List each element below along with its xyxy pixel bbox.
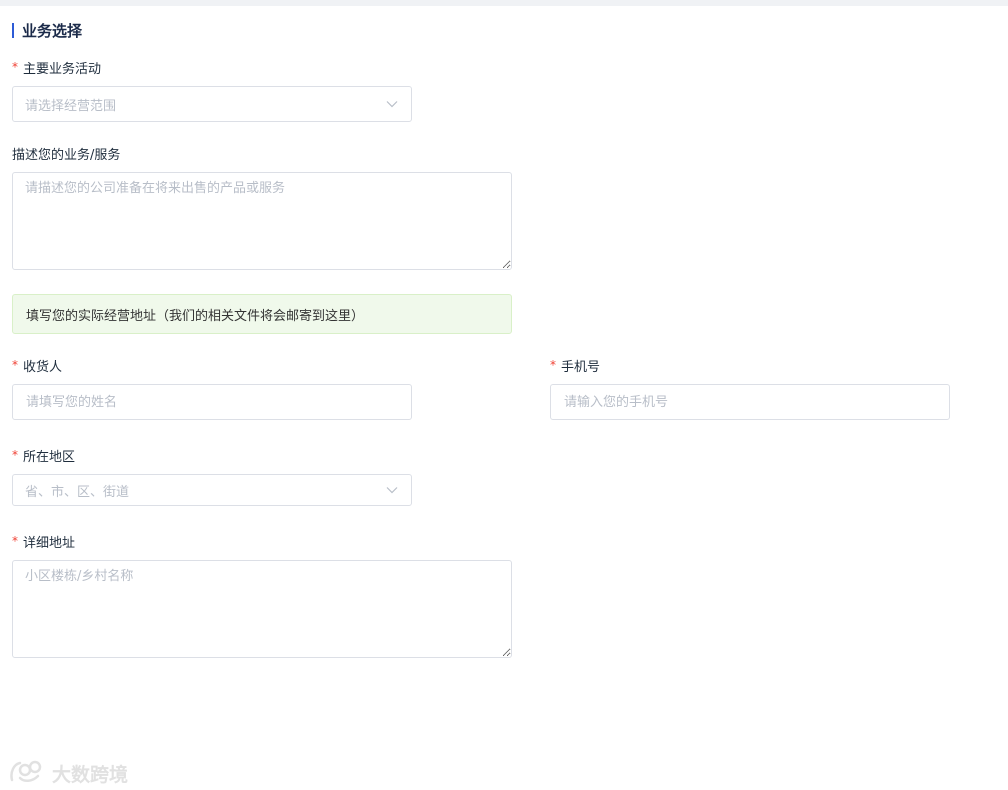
address-label-text: 详细地址 <box>23 535 76 551</box>
region-select[interactable]: 省、市、区、街道 <box>12 474 412 506</box>
section-header: 业务选择 <box>12 21 83 40</box>
description-label-text: 描述您的业务/服务 <box>12 147 121 163</box>
address-detail-textarea[interactable] <box>12 560 512 658</box>
recipient-name-input[interactable] <box>12 384 412 420</box>
watermark-text: 大数跨境 <box>52 763 129 786</box>
chevron-down-icon <box>385 483 399 497</box>
region-label-text: 所在地区 <box>23 449 76 465</box>
address-label: * 详细地址 <box>12 532 76 551</box>
main-activity-label: * 主要业务活动 <box>12 58 102 77</box>
description-label: 描述您的业务/服务 <box>12 144 121 163</box>
business-scope-placeholder: 请选择经营范围 <box>25 98 117 114</box>
required-mark: * <box>12 448 18 462</box>
business-scope-select[interactable]: 请选择经营范围 <box>12 86 412 122</box>
business-description-textarea[interactable] <box>12 172 512 270</box>
required-mark: * <box>550 358 556 372</box>
phone-label: * 手机号 <box>550 356 601 375</box>
chevron-down-icon <box>385 97 399 111</box>
top-strip <box>0 0 1008 6</box>
recipient-label-text: 收货人 <box>23 359 63 375</box>
required-mark: * <box>12 60 18 74</box>
address-notice-text: 填写您的实际经营地址（我们的相关文件将会邮寄到这里） <box>26 308 365 324</box>
section-title: 业务选择 <box>22 21 83 40</box>
phone-input[interactable] <box>550 384 950 420</box>
phone-label-text: 手机号 <box>561 359 601 375</box>
address-notice: 填写您的实际经营地址（我们的相关文件将会邮寄到这里） <box>12 294 512 334</box>
required-mark: * <box>12 534 18 548</box>
main-activity-label-text: 主要业务活动 <box>23 61 102 77</box>
region-placeholder: 省、市、区、街道 <box>25 484 130 500</box>
section-accent-bar <box>12 22 14 38</box>
watermark: 大数跨境 <box>8 758 128 788</box>
region-label: * 所在地区 <box>12 446 76 465</box>
required-mark: * <box>12 358 18 372</box>
recipient-label: * 收货人 <box>12 356 63 375</box>
watermark-logo-icon <box>8 758 46 788</box>
